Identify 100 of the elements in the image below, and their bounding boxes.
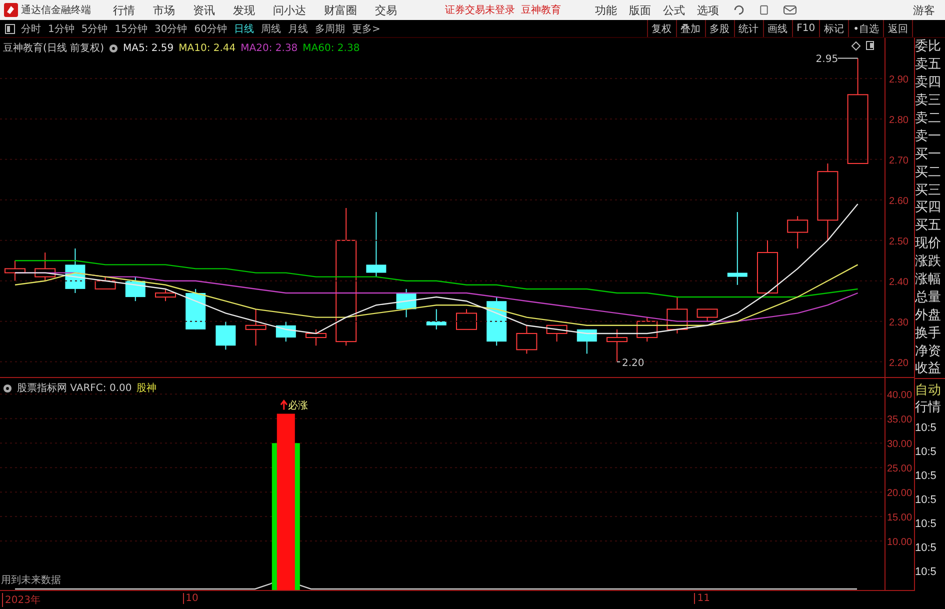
quote-field-label: 买三: [915, 182, 942, 199]
quote-field-label: 换手: [915, 324, 942, 342]
candlestick: [65, 248, 86, 294]
diamond-icon[interactable]: [851, 41, 861, 51]
menu-item[interactable]: 资讯: [193, 2, 215, 18]
indicator-axis-label: 20.00: [887, 488, 912, 500]
period-tab[interactable]: 60分钟: [194, 22, 227, 36]
indicator-axis-label: 25.00: [887, 464, 912, 475]
period-tab[interactable]: 15分钟: [114, 22, 148, 36]
price-axis-label: 2.80: [889, 114, 908, 126]
candlestick: [757, 240, 778, 294]
candlestick: [366, 212, 386, 278]
period-tab[interactable]: 30分钟: [154, 22, 188, 36]
indicator-axis-label: 40.00: [887, 390, 912, 402]
trade-time: 10:5: [915, 517, 938, 532]
candlestick: [186, 288, 206, 330]
candlestick: [125, 276, 146, 302]
quote-mode-label[interactable]: 自动: [915, 382, 945, 399]
warning-note: 用到未来数据: [1, 574, 61, 587]
menu-item[interactable]: 行情: [113, 2, 135, 18]
date-axis-label: 11: [694, 593, 710, 604]
quote-field-label: 卖三: [915, 92, 942, 110]
price-axis-label: 2.90: [889, 74, 908, 86]
quote-field-label: 净资: [915, 342, 942, 360]
trade-time: 10:5: [915, 541, 938, 556]
price-annotation: 2.95: [816, 54, 838, 66]
legend-label: MA20: 2.38: [240, 42, 298, 54]
trade-time: 10:5: [915, 445, 938, 460]
notice-link[interactable]: 豆神教育: [521, 3, 561, 17]
mail-icon[interactable]: [783, 4, 797, 16]
candlestick: [787, 216, 808, 249]
price-axis-label: 2.30: [889, 317, 908, 328]
legend-label: MA10: 2.44: [178, 42, 236, 54]
candlestick: [516, 324, 538, 354]
price-axis-label: 2.60: [889, 196, 908, 207]
candlestick: [456, 308, 477, 330]
menu-item[interactable]: 交易: [375, 2, 397, 18]
quote-field-label: 买二: [915, 164, 942, 181]
period-tab[interactable]: 1分钟: [48, 22, 74, 36]
candlestick: [396, 288, 416, 318]
leader-line: [837, 58, 858, 59]
menu-item[interactable]: 发现: [233, 2, 255, 18]
notice-link[interactable]: 证券交易未登录: [445, 3, 515, 17]
candlestick: [426, 308, 446, 330]
menu-item[interactable]: 问小达: [273, 2, 306, 18]
menu-item[interactable]: 公式: [663, 2, 685, 18]
menu-item[interactable]: 功能: [595, 2, 617, 18]
toolbar-button[interactable]: 返回: [883, 20, 913, 37]
quote-field-label: 卖一: [915, 128, 942, 145]
price-annotation: 2.20: [622, 358, 644, 369]
quote-field-label: 委比: [915, 38, 942, 56]
period-tab[interactable]: 更多>: [352, 22, 380, 36]
indicator-axis-label: 30.00: [887, 439, 912, 450]
refresh-icon[interactable]: [733, 4, 745, 16]
trade-time: 10:5: [915, 469, 938, 484]
phone-icon[interactable]: [759, 4, 769, 16]
candlestick: [306, 328, 326, 346]
panel-toggle-icon[interactable]: [866, 41, 874, 50]
up-arrow-icon: [280, 400, 288, 410]
candlestick: [4, 260, 26, 282]
quote-mode-label[interactable]: 行情: [915, 399, 945, 416]
quote-field-label: 卖五: [915, 56, 942, 74]
candlestick: [486, 296, 507, 346]
app-title: 通达信金融终端: [21, 4, 91, 17]
period-tab[interactable]: 月线: [288, 22, 308, 36]
period-tab[interactable]: 日线: [234, 22, 254, 36]
date-axis-label: 2023年: [2, 593, 40, 607]
app-logo-icon: [4, 3, 18, 17]
candlestick: [666, 296, 688, 334]
menu-item[interactable]: 选项: [697, 2, 719, 18]
date-axis-label: 10: [182, 593, 198, 604]
quote-field-label: 卖二: [915, 110, 942, 127]
quote-field-label: 涨跌: [915, 253, 942, 270]
candlestick: [546, 324, 568, 342]
panel-toggle-icon[interactable]: [5, 24, 15, 34]
trade-time: 10:5: [915, 421, 938, 436]
candlestick: [276, 320, 296, 342]
candlestick: [155, 288, 176, 302]
menu-item[interactable]: 财富圈: [324, 2, 357, 18]
menu-item[interactable]: 版面: [629, 2, 651, 18]
trade-time: 10:5: [915, 493, 938, 508]
user-label[interactable]: 游客: [913, 2, 935, 18]
quote-field-label: 卖四: [915, 74, 942, 92]
price-axis-label: 2.40: [889, 276, 908, 288]
period-tab[interactable]: 周线: [260, 22, 281, 36]
quote-field-label: 买五: [915, 217, 942, 234]
quote-field-label: 收益: [915, 360, 942, 378]
settings-icon[interactable]: [3, 384, 12, 392]
indicator-axis-label: 35.00: [887, 414, 912, 426]
period-tab[interactable]: 多周期: [314, 22, 345, 36]
price-axis-label: 2.20: [889, 358, 908, 369]
price-axis-label: 2.70: [889, 155, 908, 166]
period-tab[interactable]: 5分钟: [81, 22, 108, 36]
settings-icon[interactable]: [108, 44, 118, 52]
candlestick: [94, 276, 116, 290]
period-tab[interactable]: 分时: [21, 22, 41, 36]
indicator-axis-label: 10.00: [887, 537, 912, 548]
menu-item[interactable]: 市场: [153, 2, 175, 18]
legend-label: MA5: 2.59: [122, 42, 174, 54]
quote-field-label: 外盘: [915, 306, 942, 324]
